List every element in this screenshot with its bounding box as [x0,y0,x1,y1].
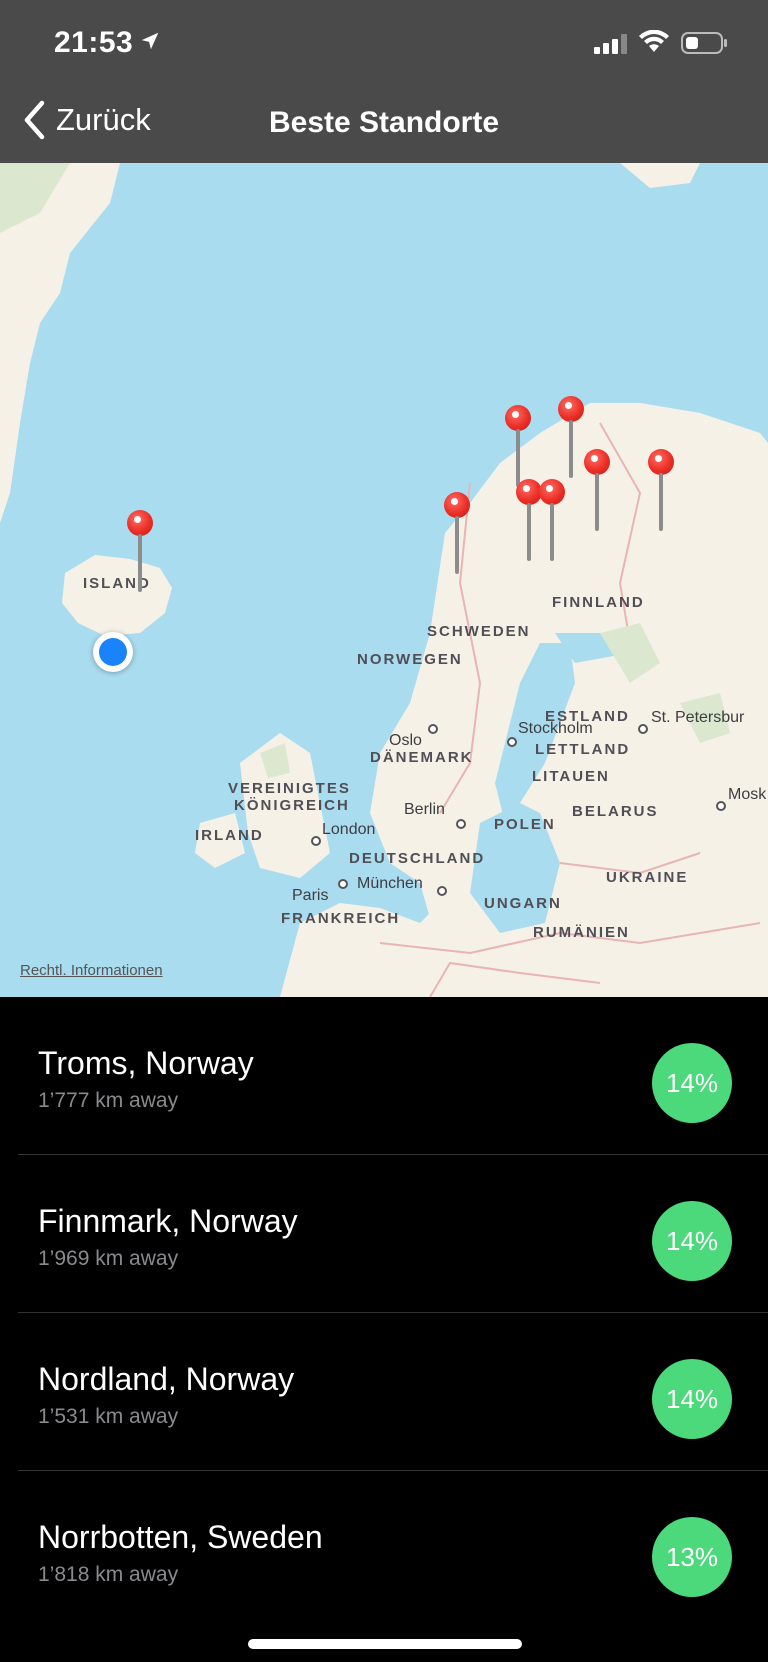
locations-list: Troms, Norway 1’777 km away 14% Finnmark… [0,997,768,1629]
label-norwegen: NORWEGEN [357,651,463,668]
location-name: Finnmark, Norway [38,1203,298,1239]
wifi-icon [639,30,669,52]
map-pin[interactable] [648,449,674,539]
label-schweden: SCHWEDEN [427,623,531,640]
city-st-petersburg: St. Petersbur [651,709,745,726]
list-item[interactable]: Finnmark, Norway 1’969 km away 14% [18,1155,768,1313]
city-dot-london [311,836,321,846]
label-irland: IRLAND [195,827,264,844]
probability-badge: 14% [652,1201,732,1281]
map-pin[interactable] [584,449,610,539]
label-finnland: FINNLAND [552,594,645,611]
city-muenchen: München [357,875,423,892]
label-vk-line1: VEREINIGTES [228,780,351,797]
location-distance: 1’818 km away [38,1563,179,1586]
list-item[interactable]: Norrbotten, Sweden 1’818 km away 13% [18,1471,768,1629]
label-belarus: BELARUS [572,803,659,820]
home-indicator[interactable] [248,1639,522,1649]
map-pin[interactable] [539,479,565,569]
location-name: Norrbotten, Sweden [38,1519,323,1555]
label-ukraine: UKRAINE [606,869,689,886]
cellular-signal-icon [594,34,627,54]
legal-info-link[interactable]: Rechtl. Informationen [20,962,163,979]
label-ungarn: UNGARN [484,895,562,912]
list-item[interactable]: Troms, Norway 1’777 km away 14% [18,997,768,1155]
probability-badge: 14% [652,1043,732,1123]
label-deutschland: DEUTSCHLAND [349,850,486,867]
location-name: Troms, Norway [38,1045,254,1081]
label-frankreich: FRANKREICH [281,910,401,927]
city-moskau: Mosk [728,786,767,803]
map-pin[interactable] [444,492,470,582]
label-vk-line2: KÖNIGREICH [234,797,350,814]
location-name: Nordland, Norway [38,1361,295,1397]
label-lettland: LETTLAND [535,741,631,758]
city-dot-berlin [456,819,466,829]
city-stockholm: Stockholm [518,720,593,737]
page-title: Beste Standorte [268,106,500,139]
city-dot-oslo [428,724,438,734]
city-dot-moskau [716,801,726,811]
location-distance: 1’969 km away [38,1247,179,1270]
city-dot-stockholm [507,737,517,747]
list-item[interactable]: Nordland, Norway 1’531 km away 14% [18,1313,768,1471]
city-paris: Paris [292,887,329,904]
top-bar: 21:53 Zurück Beste Standorte [0,0,768,163]
map-view[interactable]: ISLAND FINNLAND SCHWEDEN NORWEGEN ESTLAN… [0,163,768,997]
user-location-marker [93,632,133,672]
city-london: London [322,821,376,838]
label-litauen: LITAUEN [532,768,610,785]
probability-badge: 13% [652,1517,732,1597]
map-pin[interactable] [558,396,584,486]
location-distance: 1’531 km away [38,1405,179,1428]
city-oslo: Oslo [389,732,422,749]
label-daenemark: DÄNEMARK [370,749,474,766]
location-arrow-icon [141,32,159,50]
status-time: 21:53 [54,26,134,59]
label-polen: POLEN [494,816,556,833]
city-dot-st-petersburg [638,724,648,734]
location-distance: 1’777 km away [38,1089,179,1112]
label-rumaenien: RUMÄNIEN [533,924,630,941]
city-dot-extra [437,886,447,896]
map-pin[interactable] [127,510,153,600]
city-berlin: Berlin [404,801,445,818]
battery-icon [681,32,727,54]
probability-badge: 14% [652,1359,732,1439]
city-dot-muenchen [338,879,348,889]
